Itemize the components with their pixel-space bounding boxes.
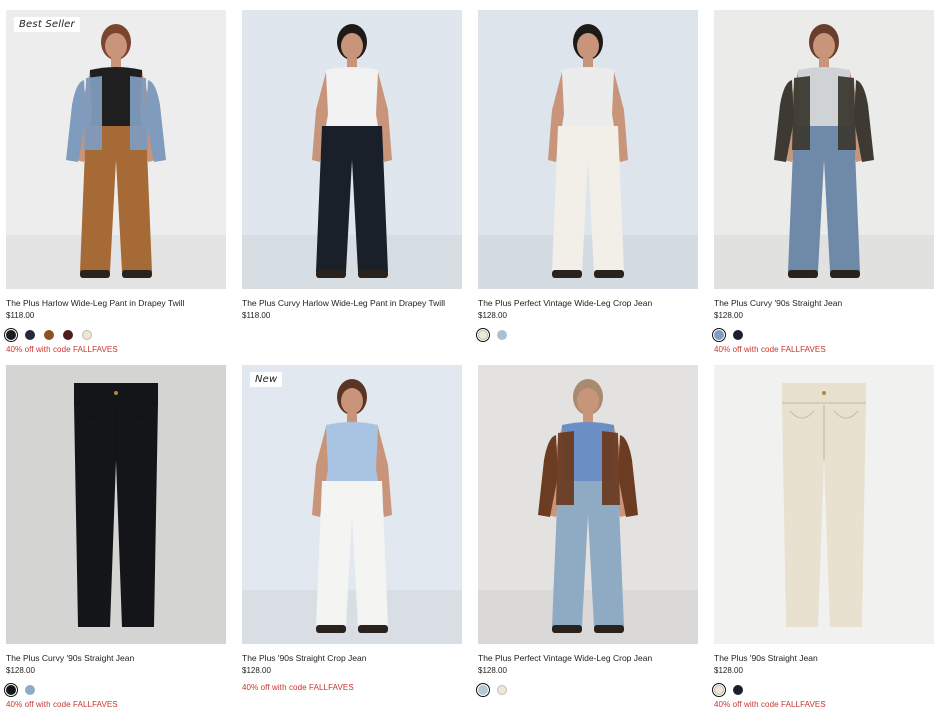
color-swatch[interactable] [733,685,743,695]
color-swatches [476,683,698,697]
color-swatch[interactable] [476,683,490,697]
color-swatches [712,328,934,342]
color-swatch[interactable] [712,328,726,342]
product-image[interactable] [242,10,462,289]
product-image[interactable] [6,365,226,644]
product-image[interactable] [714,365,934,644]
product-card[interactable]: The Plus Perfect Vintage Wide-Leg Crop J… [476,10,698,342]
color-swatch[interactable] [497,330,507,340]
product-card[interactable]: The Plus Curvy '90s Straight Jean $128.00… [712,10,934,355]
promo-text: 40% off with code FALLFAVES [6,700,118,709]
color-swatch[interactable] [712,683,726,697]
color-swatch[interactable] [44,330,54,340]
color-swatches [712,683,934,697]
product-badge: New [250,372,283,387]
color-swatches [4,328,226,342]
product-price: $128.00 [478,666,507,675]
product-price: $128.00 [6,666,35,675]
product-image[interactable] [478,365,698,644]
color-swatch[interactable] [733,330,743,340]
product-badge: Best Seller [14,17,80,32]
product-card[interactable]: New The Plus '90s Straight Crop Jean $128.… [242,365,462,693]
product-card[interactable]: Best Seller The Plus Harlow Wide-Leg Pant… [4,10,226,355]
product-price: $118.00 [242,311,271,320]
product-price: $128.00 [714,666,743,675]
product-card[interactable]: The Plus Curvy '90s Straight Jean $128.00… [4,365,226,710]
product-price: $118.00 [6,311,35,320]
color-swatch[interactable] [4,328,18,342]
product-image[interactable] [714,10,934,289]
product-title[interactable]: The Plus Perfect Vintage Wide-Leg Crop J… [478,298,698,309]
promo-text: 40% off with code FALLFAVES [6,345,118,354]
color-swatch[interactable] [497,685,507,695]
color-swatch[interactable] [476,328,490,342]
product-title[interactable]: The Plus Curvy '90s Straight Jean [714,298,934,309]
product-card[interactable]: The Plus Perfect Vintage Wide-Leg Crop J… [476,365,698,697]
product-title[interactable]: The Plus '90s Straight Jean [714,653,934,664]
product-title[interactable]: The Plus Curvy '90s Straight Jean [6,653,226,664]
product-price: $128.00 [478,311,507,320]
product-card[interactable]: The Plus Curvy Harlow Wide-Leg Pant in D… [242,10,462,321]
product-price: $128.00 [242,666,271,675]
product-title[interactable]: The Plus Harlow Wide-Leg Pant in Drapey … [6,298,226,309]
color-swatches [4,683,226,697]
color-swatch[interactable] [82,330,92,340]
color-swatch[interactable] [4,683,18,697]
promo-text: 40% off with code FALLFAVES [714,700,826,709]
product-image[interactable]: Best Seller [6,10,226,289]
product-image[interactable]: New [242,365,462,644]
product-title[interactable]: The Plus Curvy Harlow Wide-Leg Pant in D… [242,298,462,309]
promo-text: 40% off with code FALLFAVES [242,683,354,692]
color-swatches [476,328,698,342]
product-title[interactable]: The Plus '90s Straight Crop Jean [242,653,462,664]
product-card[interactable]: The Plus '90s Straight Jean $128.00 40% of… [712,365,934,710]
product-title[interactable]: The Plus Perfect Vintage Wide-Leg Crop J… [478,653,698,664]
product-image[interactable] [478,10,698,289]
promo-text: 40% off with code FALLFAVES [714,345,826,354]
color-swatch[interactable] [25,330,35,340]
color-swatch[interactable] [25,685,35,695]
color-swatch[interactable] [63,330,73,340]
product-price: $128.00 [714,311,743,320]
